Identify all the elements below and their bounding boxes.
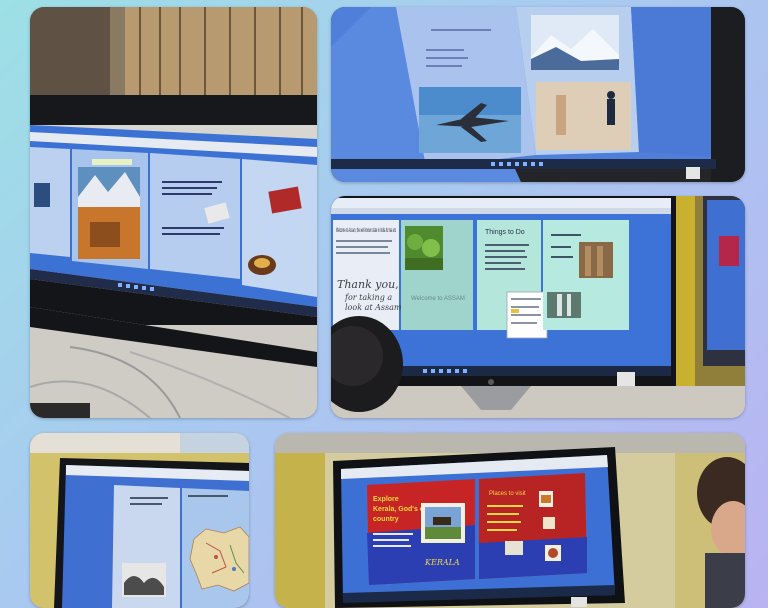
photo-tile-4-image bbox=[30, 433, 249, 608]
photo-tile-3: Welcome to Assam, the well known state i… bbox=[331, 196, 745, 418]
kerala-heading-1: Explore bbox=[373, 496, 399, 503]
photo-tile-5: Explore Kerala, God's own country KERALA… bbox=[275, 433, 745, 608]
photo-collage: { "collage": { "tiles": [ {"id": "tile-1… bbox=[0, 0, 768, 608]
photo-tile-1-image bbox=[30, 7, 317, 418]
kerala-place-label: KERALA bbox=[424, 558, 460, 567]
kerala-heading-3: country bbox=[373, 516, 399, 523]
kerala-right-title: Places to visit bbox=[489, 491, 526, 497]
photo-tile-2-image bbox=[331, 7, 745, 182]
thank-you-line3: look at Assam bbox=[345, 303, 402, 312]
photo-tile-5-image: Explore Kerala, God's own country KERALA… bbox=[275, 433, 745, 608]
things-to-do-heading: Things to Do bbox=[485, 229, 525, 236]
welcome-banner: Welcome to ASSAM bbox=[411, 296, 465, 302]
photo-tile-1 bbox=[30, 7, 317, 418]
photo-tile-2 bbox=[331, 7, 745, 182]
thank-you-text: Thank you, bbox=[337, 278, 399, 291]
thank-you-line2: for taking a bbox=[344, 293, 392, 302]
photo-tile-4 bbox=[30, 433, 249, 608]
photo-tile-3-image: Welcome to Assam, the well known state i… bbox=[331, 196, 745, 418]
assam-welcome-text: Welcome to Assam, the well known state i… bbox=[336, 228, 396, 234]
